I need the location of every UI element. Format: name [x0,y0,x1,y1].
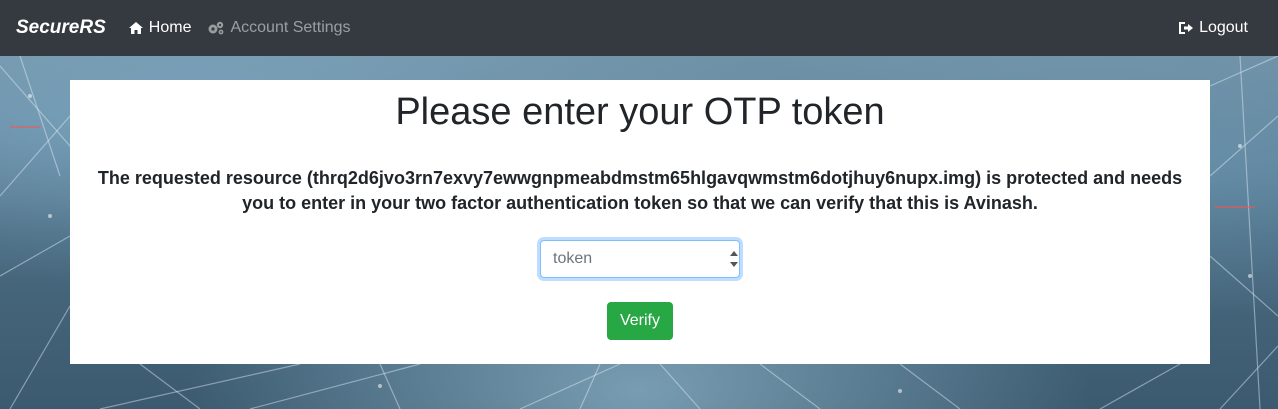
token-stepper[interactable] [729,250,739,268]
chevron-up-icon[interactable] [729,250,739,257]
nav-account-settings-label: Account Settings [230,19,351,36]
sign-out-icon [1179,22,1194,34]
home-icon [128,22,143,34]
cogs-icon [208,21,224,35]
page-title: Please enter your OTP token [395,91,885,133]
brand-logo[interactable]: SecureRS [16,17,106,39]
token-field [540,240,740,278]
nav-logout[interactable]: Logout [1178,19,1248,37]
token-input[interactable] [541,242,725,276]
top-navbar: SecureRS Home Account Settings Logout [0,0,1278,56]
nav-home[interactable]: Home [128,19,192,37]
chevron-down-icon[interactable] [729,261,739,268]
protected-resource-message: The requested resource (thrq2d6jvo3rn7ex… [97,168,1183,213]
nav-home-label: Home [148,19,192,36]
verify-button[interactable]: Verify [607,302,673,340]
nav-logout-label: Logout [1199,19,1248,36]
otp-card: Please enter your OTP token The requeste… [70,80,1210,364]
nav-account-settings[interactable]: Account Settings [207,19,351,37]
